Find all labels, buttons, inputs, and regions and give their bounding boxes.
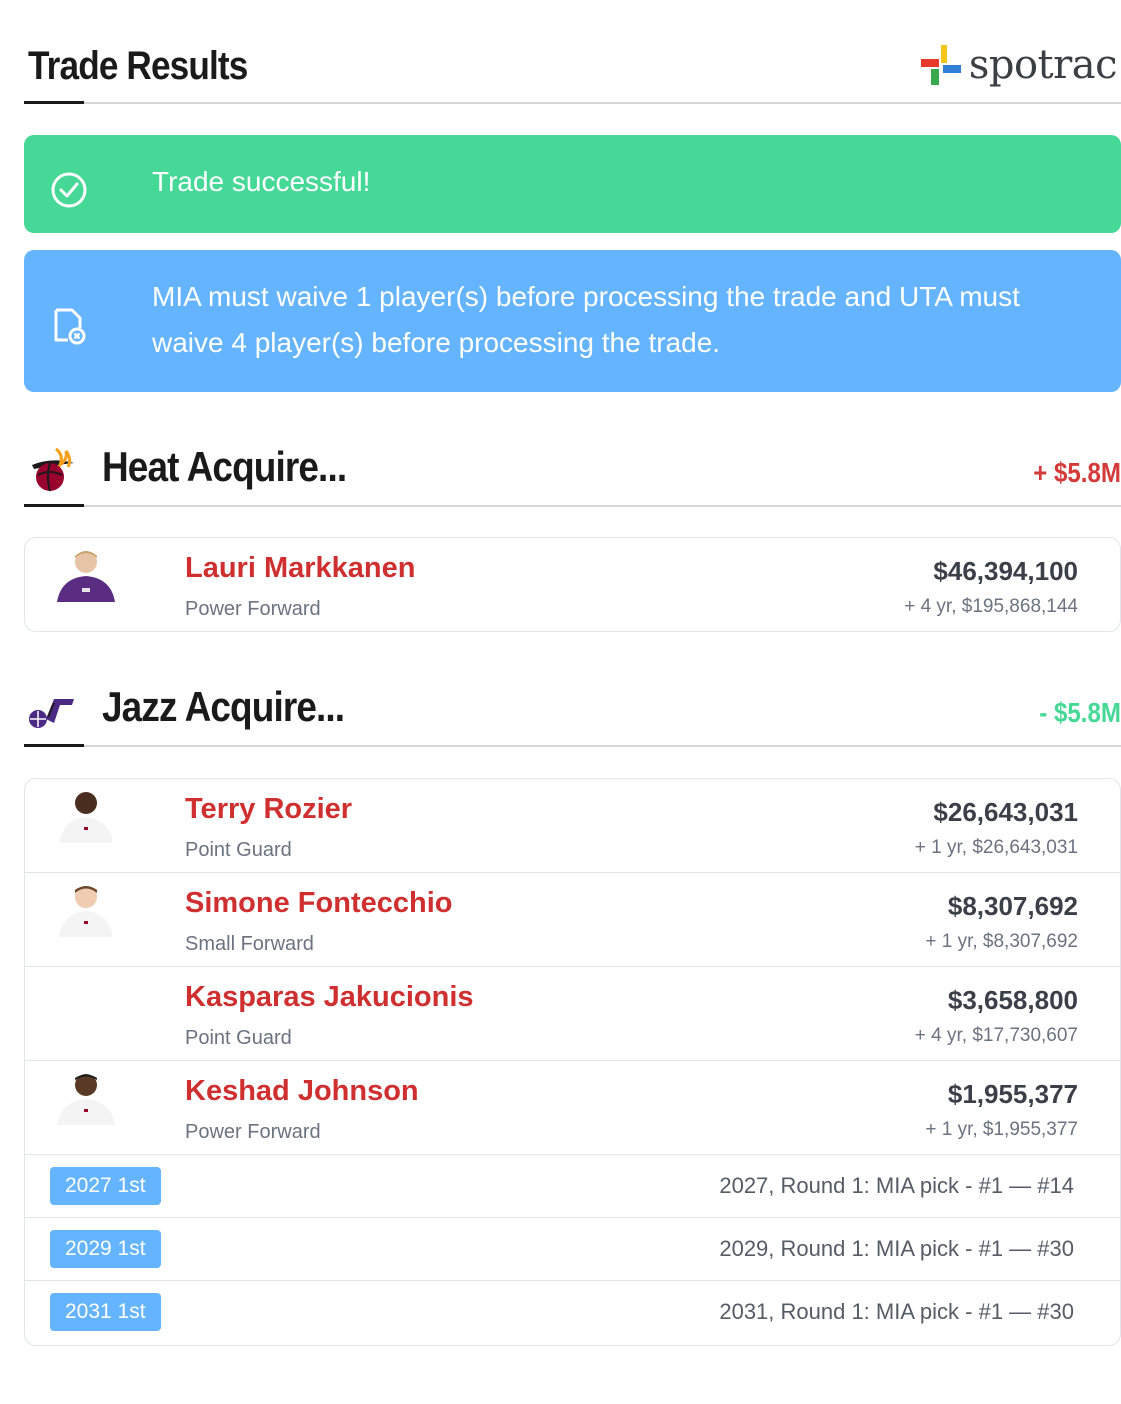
draft-pick-row: 2027 1st 2027, Round 1: MIA pick - #1 — … <box>25 1155 1120 1218</box>
draft-pick-row: 2029 1st 2029, Round 1: MIA pick - #1 — … <box>25 1218 1120 1281</box>
player-salary: $3,658,800 <box>947 985 1078 1015</box>
heat-cap-delta: + $5.8M <box>1033 457 1121 488</box>
player-future-salary: + 1 yr, $8,307,692 <box>925 931 1078 952</box>
draft-pick-description: 2031, Round 1: MIA pick - #1 — #30 <box>719 1299 1074 1324</box>
player-avatar <box>59 886 113 937</box>
player-name[interactable]: Terry Rozier <box>185 793 352 826</box>
draft-pick-badge: 2031 1st <box>50 1293 161 1331</box>
player-position: Power Forward <box>185 598 321 620</box>
heat-logo-icon <box>32 447 74 492</box>
player-name[interactable]: Keshad Johnson <box>185 1075 419 1108</box>
jazz-divider-accent <box>24 744 84 747</box>
waive-message: MIA must waive 1 player(s) before proces… <box>152 281 1020 358</box>
player-row[interactable]: Keshad Johnson Power Forward $1,955,377 … <box>25 1061 1120 1155</box>
player-future-salary: + 4 yr, $195,868,144 <box>904 596 1078 617</box>
draft-pick-row: 2031 1st 2031, Round 1: MIA pick - #1 — … <box>25 1281 1120 1344</box>
jazz-divider <box>24 745 1121 747</box>
waive-info-alert: MIA must waive 1 player(s) before proces… <box>24 250 1121 392</box>
player-salary: $26,643,031 <box>933 797 1078 827</box>
success-message: Trade successful! <box>152 166 371 197</box>
player-future-salary: + 1 yr, $1,955,377 <box>925 1119 1078 1140</box>
player-name[interactable]: Simone Fontecchio <box>185 887 452 920</box>
player-row[interactable]: Simone Fontecchio Small Forward $8,307,6… <box>25 873 1120 967</box>
player-avatar <box>59 792 113 843</box>
page-title: Trade Results <box>28 44 248 88</box>
player-name[interactable]: Lauri Markkanen <box>185 552 415 585</box>
jazz-section-header: Jazz Acquire... - $5.8M <box>24 683 1121 747</box>
player-salary: $8,307,692 <box>947 891 1078 921</box>
heat-divider-accent <box>24 504 84 507</box>
draft-pick-badge: 2027 1st <box>50 1167 161 1205</box>
spotrac-logo-text: spotrac <box>968 42 1118 88</box>
player-avatar <box>57 551 115 602</box>
spotrac-logo-icon <box>920 45 961 85</box>
heat-divider <box>24 505 1121 507</box>
jazz-logo-icon <box>29 699 74 728</box>
player-salary: $46,394,100 <box>933 556 1078 586</box>
heat-players-card: Lauri Markkanen Power Forward $46,394,10… <box>24 537 1121 632</box>
check-circle-icon <box>51 172 87 208</box>
draft-pick-description: 2027, Round 1: MIA pick - #1 — #14 <box>719 1173 1074 1198</box>
jazz-section-title: Jazz Acquire... <box>102 683 345 730</box>
player-name[interactable]: Kasparas Jakucionis <box>185 981 474 1014</box>
player-future-salary: + 1 yr, $26,643,031 <box>914 837 1078 858</box>
player-position: Power Forward <box>185 1121 321 1143</box>
player-position: Point Guard <box>185 839 292 861</box>
player-row[interactable]: Terry Rozier Point Guard $26,643,031 + 1… <box>25 779 1120 873</box>
heat-section-title: Heat Acquire... <box>102 443 347 490</box>
player-position: Small Forward <box>185 933 314 955</box>
player-row[interactable]: Lauri Markkanen Power Forward $46,394,10… <box>25 538 1120 631</box>
header-divider-accent <box>24 101 84 104</box>
draft-pick-description: 2029, Round 1: MIA pick - #1 — #30 <box>719 1236 1074 1261</box>
player-position: Point Guard <box>185 1027 292 1049</box>
heat-section-header: Heat Acquire... + $5.8M <box>24 443 1121 507</box>
document-x-icon <box>54 308 86 345</box>
page-header: Trade Results spotrac <box>24 40 1121 104</box>
player-future-salary: + 4 yr, $17,730,607 <box>914 1025 1078 1046</box>
header-divider <box>24 102 1121 104</box>
spotrac-logo[interactable]: spotrac <box>919 40 1118 90</box>
player-avatar <box>57 1074 115 1125</box>
jazz-cap-delta: - $5.8M <box>1039 697 1121 728</box>
success-alert: Trade successful! <box>24 135 1121 233</box>
player-row[interactable]: Kasparas Jakucionis Point Guard $3,658,8… <box>25 967 1120 1061</box>
draft-pick-badge: 2029 1st <box>50 1230 161 1268</box>
jazz-players-card: Terry Rozier Point Guard $26,643,031 + 1… <box>24 778 1121 1346</box>
player-salary: $1,955,377 <box>947 1079 1078 1109</box>
